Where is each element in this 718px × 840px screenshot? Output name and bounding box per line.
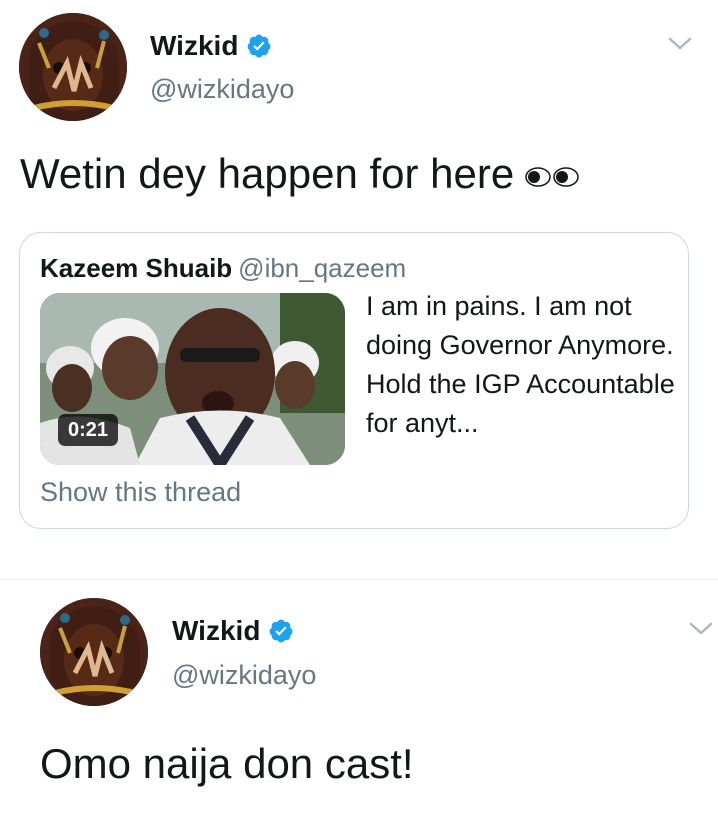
- tweet[interactable]: Wizkid @wizkidayo Wetin dey happen for h…: [0, 0, 718, 565]
- tweet-text: Wetin dey happen for here: [20, 150, 580, 198]
- chevron-down-icon[interactable]: [688, 620, 714, 638]
- tweet-text: Omo naija don cast!: [40, 740, 414, 787]
- verified-badge-icon: [270, 619, 293, 643]
- author-avatar[interactable]: [19, 13, 127, 121]
- quoted-tweet-text: I am in pains. I am not doing Governor A…: [366, 291, 675, 438]
- author-name[interactable]: Wizkid: [150, 30, 238, 62]
- verified-badge-icon: [248, 34, 271, 58]
- quoted-tweet[interactable]: Kazeem Shuaib @ibn_qazeem 0:21 I am in p…: [19, 232, 689, 529]
- eyes-emoji-icon: [525, 167, 579, 187]
- author-name-row[interactable]: Wizkid: [172, 615, 294, 647]
- quoted-author-handle: @ibn_qazeem: [238, 253, 407, 283]
- quoted-author-name: Kazeem Shuaib: [40, 253, 233, 283]
- show-thread-link[interactable]: Show this thread: [40, 477, 241, 508]
- quoted-author-row: Kazeem Shuaib @ibn_qazeem: [40, 253, 406, 284]
- author-handle[interactable]: @wizkidayo: [150, 74, 294, 105]
- chevron-down-icon[interactable]: [667, 35, 693, 53]
- tweet[interactable]: Wizkid @wizkidayo Omo naija don cast!: [0, 580, 718, 840]
- tweet-text-content: Wetin dey happen for here: [20, 150, 515, 197]
- author-handle[interactable]: @wizkidayo: [172, 660, 316, 691]
- author-name[interactable]: Wizkid: [172, 615, 260, 647]
- video-duration-badge: 0:21: [58, 414, 119, 446]
- author-avatar[interactable]: [40, 598, 148, 706]
- quoted-video-thumbnail[interactable]: 0:21: [40, 293, 345, 465]
- author-name-row[interactable]: Wizkid: [150, 30, 272, 62]
